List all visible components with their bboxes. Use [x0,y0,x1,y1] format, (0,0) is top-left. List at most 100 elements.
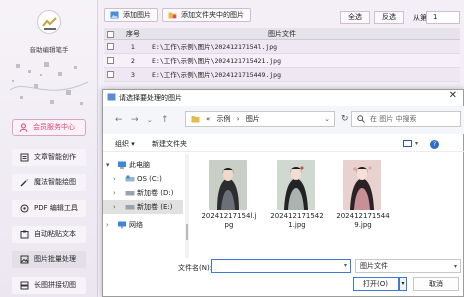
chevron-down-icon[interactable]: ▾ [415,136,418,152]
nav-batch-image[interactable]: 图片批量处理 [12,251,86,268]
nav-article-creation[interactable]: 文章智能创作 [12,149,86,166]
file-name: 2024121715449.jpg [336,212,390,229]
nav-label: 文章智能创作 [34,153,76,161]
folder-add-icon [168,12,177,19]
app-window: 音助编辑笔手 会员服务中心 文章智能创作 魔法智能绘图 PDF 编辑工具 自动粘… [0,0,464,297]
nav-label: PDF 编辑工具 [34,204,78,212]
add-image-label: 添加图片 [123,11,151,19]
file-open-dialog: 请选择要处理的图片 ✕ ← → ⌄ ↑ « 示例 › 图片 ⌄ ↻ 在 图片 中… [102,89,464,297]
tree-item-drive-d[interactable]: › 新加卷 (D:) [103,186,183,200]
filename-input[interactable]: ▾ [211,259,351,273]
expand-arrow-icon[interactable]: ▾ [106,158,110,172]
search-icon [357,115,365,123]
tree-item-drive-c[interactable]: › OS (C:) [103,172,183,186]
add-folder-images-label: 添加文件夹中的图片 [181,11,244,19]
view-mode-icon[interactable] [403,140,412,147]
search-placeholder: 在 图片 中搜索 [370,115,417,123]
row-number: 3 [130,71,136,79]
nav-magic-drawing[interactable]: 魔法智能绘图 [12,174,86,191]
image-icon [20,255,29,264]
new-folder-button[interactable]: 新建文件夹 [152,136,187,152]
filetype-value: 图片文件 [360,262,388,270]
expand-arrow-icon[interactable]: › [113,200,116,214]
breadcrumb-separator: › [236,115,240,123]
app-small-icon [107,93,116,101]
paste-icon [20,230,29,239]
magic-icon [20,179,28,187]
row-checkbox[interactable] [107,43,114,50]
stitch-icon [20,281,29,290]
nav-label: 长图拼接切图 [34,281,76,289]
tree-label: OS (C:) [137,175,162,183]
from-index-input[interactable]: 1 [426,11,460,24]
table-row[interactable]: 2 E:\工作\示例\图片\2024121715421.jpg [104,54,460,68]
dialog-title-text: 请选择要处理的图片 [119,94,182,102]
tree-scrollbar-thumb[interactable] [186,224,188,240]
organize-menu[interactable]: 组织 ▾ [115,136,135,152]
filetype-select[interactable]: 图片文件 ▾ [355,259,461,273]
breadcrumb-prefix: « [206,115,211,123]
chevron-down-icon[interactable]: ⌄ [324,112,330,126]
breadcrumb-example[interactable]: 示例 [217,115,231,123]
image-thumbnail [209,160,247,210]
breadcrumb-images[interactable]: 图片 [246,115,260,123]
row-checkbox[interactable] [107,57,114,64]
image-file-table: 序号 图片文件 1 E:\工作\示例\图片\20241217154l.jpg 2… [104,28,460,82]
help-icon[interactable]: ? [430,140,439,149]
up-arrow-icon[interactable]: ↑ [161,116,169,125]
file-item[interactable]: 2024121715421.jpg [269,160,325,240]
open-options-dropdown[interactable]: ▾ [399,277,407,291]
tree-label: 网络 [129,221,143,229]
image-thumbnail [277,160,315,210]
refresh-icon[interactable]: ↻ [341,114,349,124]
row-path: E:\工作\示例\图片\2024121715449.jpg [152,71,282,79]
add-image-button[interactable]: 添加图片 [104,8,158,22]
row-checkbox[interactable] [107,71,114,78]
add-folder-images-button[interactable]: 添加文件夹中的图片 [162,8,251,22]
invert-selection-button[interactable]: 反选 [374,11,404,24]
open-button[interactable]: 打开(O) [353,277,399,291]
address-bar[interactable]: « 示例 › 图片 ⌄ [185,111,335,127]
app-logo [37,10,61,34]
expand-arrow-icon[interactable]: › [113,172,116,186]
drive-icon [125,175,135,182]
app-name: 音助编辑笔手 [29,46,69,54]
nav-auto-paste[interactable]: 自动粘贴文本 [12,226,86,243]
search-input[interactable]: 在 图片 中搜索 [351,111,461,127]
row-path: E:\工作\示例\图片\2024121715421.jpg [152,57,282,65]
table-row[interactable]: 3 E:\工作\示例\图片\2024121715449.jpg [104,68,460,82]
file-item[interactable]: 20241217154l.jpg [201,160,257,240]
tree-label: 新加卷 (D:) [137,189,174,197]
chevron-down-icon[interactable]: ⌄ [147,116,153,125]
file-name: 20241217154l.jpg [201,212,257,229]
close-icon[interactable]: ✕ [449,91,457,101]
decorative-graphic [9,62,89,105]
forward-arrow-icon[interactable]: → [131,116,139,125]
member-center-button[interactable]: 会员服务中心 [12,119,86,136]
tree-label: 此电脑 [129,161,150,169]
network-icon [118,221,126,229]
expand-arrow-icon[interactable]: › [113,186,116,200]
select-all-button[interactable]: 全选 [340,11,370,24]
cancel-button[interactable]: 取消 [413,277,459,291]
image-thumbnail [343,160,381,210]
pdf-icon [20,204,29,213]
tree-item-drive-e[interactable]: › 新加卷 (E:) [103,200,183,214]
nav-pdf-editor[interactable]: PDF 编辑工具 [12,200,86,217]
row-number: 1 [130,43,136,51]
file-item[interactable]: 2024121715449.jpg [335,160,391,240]
tree-item-this-pc[interactable]: ▾ 此电脑 [103,158,183,172]
folder-icon [191,116,200,123]
folder-tree: ▾ 此电脑 › OS (C:) › 新加卷 (D:) › 新加卷 (E:) › [103,154,185,258]
chevron-down-icon[interactable]: ▾ [344,262,347,269]
nav-long-image-stitch[interactable]: 长图拼接切图 [12,277,86,294]
expand-arrow-icon[interactable]: › [106,218,109,232]
back-arrow-icon[interactable]: ← [115,116,123,125]
table-row[interactable]: 1 E:\工作\示例\图片\20241217154l.jpg [104,40,460,54]
tree-scrollbar[interactable] [185,154,189,258]
tree-label: 新加卷 (E:) [137,203,173,211]
header-path: 图片文件 [268,30,296,38]
file-name: 2024121715421.jpg [270,212,324,229]
chevron-down-icon: ▾ [453,263,457,270]
tree-item-network[interactable]: › 网络 [103,218,183,232]
